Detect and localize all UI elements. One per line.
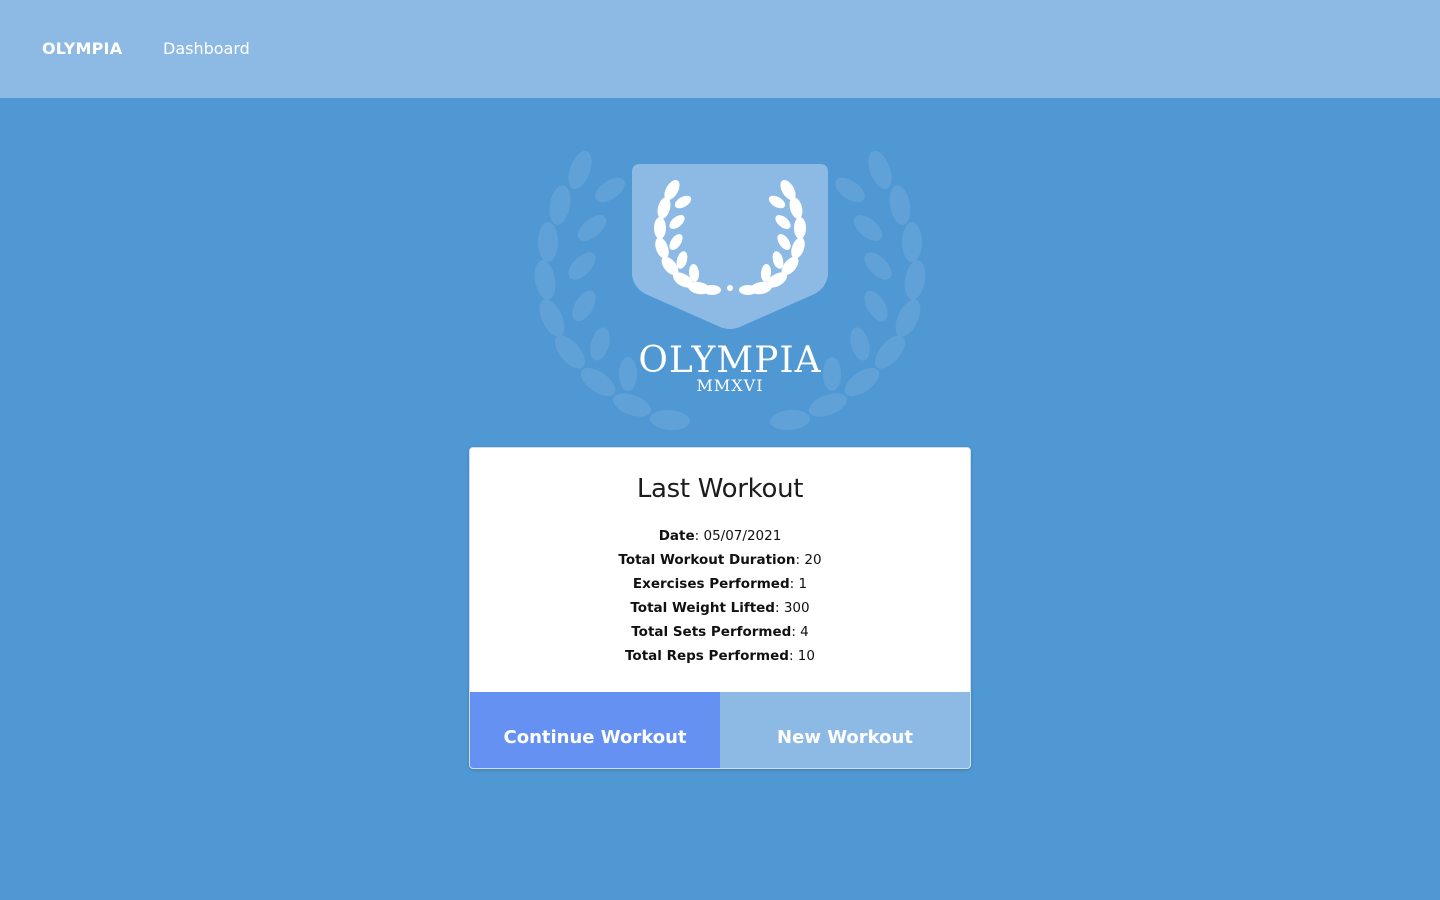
top-nav-bar: OLYMPIA Dashboard — [0, 0, 1440, 98]
card-title: Last Workout — [636, 474, 804, 504]
stat-value: 300 — [783, 600, 810, 616]
nav-link-dashboard[interactable]: Dashboard — [163, 39, 250, 58]
stat-value: 20 — [804, 552, 822, 568]
stat-value: 4 — [800, 624, 809, 640]
stat-value: 1 — [798, 576, 808, 592]
stat-value: 05/07/2021 — [703, 528, 782, 544]
brand-link[interactable]: OLYMPIA — [42, 39, 122, 58]
logo-subtitle: MMXVI — [696, 376, 763, 395]
new-workout-button[interactable]: New Workout — [720, 692, 970, 768]
stat-total-weight-lifted: Total Weight Lifted: 300 — [630, 600, 810, 616]
continue-workout-button[interactable]: Continue Workout — [470, 692, 720, 768]
stat-label: Total Sets Performed — [631, 624, 792, 640]
olympia-logo: OLYMPIA MMXVI — [534, 150, 926, 431]
stat-total-reps-performed: Total Reps Performed: 10 — [625, 648, 815, 664]
stat-total-workout-duration: Total Workout Duration: 20 — [618, 552, 822, 568]
stat-value: 10 — [797, 648, 815, 664]
stat-label: Exercises Performed — [632, 576, 790, 592]
stat-label: Total Workout Duration — [618, 552, 796, 568]
stat-label: Date — [658, 528, 695, 544]
stat-date: Date: 05/07/2021 — [658, 528, 782, 544]
stat-label: Total Weight Lifted — [630, 600, 775, 616]
stat-exercises-performed: Exercises Performed: 1 — [632, 576, 808, 592]
logo-title: OLYMPIA — [638, 340, 821, 381]
workout-stats-list: Date: 05/07/2021 Total Workout Duration:… — [470, 524, 970, 668]
stat-total-sets-performed: Total Sets Performed: 4 — [631, 624, 809, 640]
stat-label: Total Reps Performed — [625, 648, 789, 664]
last-workout-card: Last Workout Date: 05/07/2021 Total Work… — [469, 447, 971, 769]
